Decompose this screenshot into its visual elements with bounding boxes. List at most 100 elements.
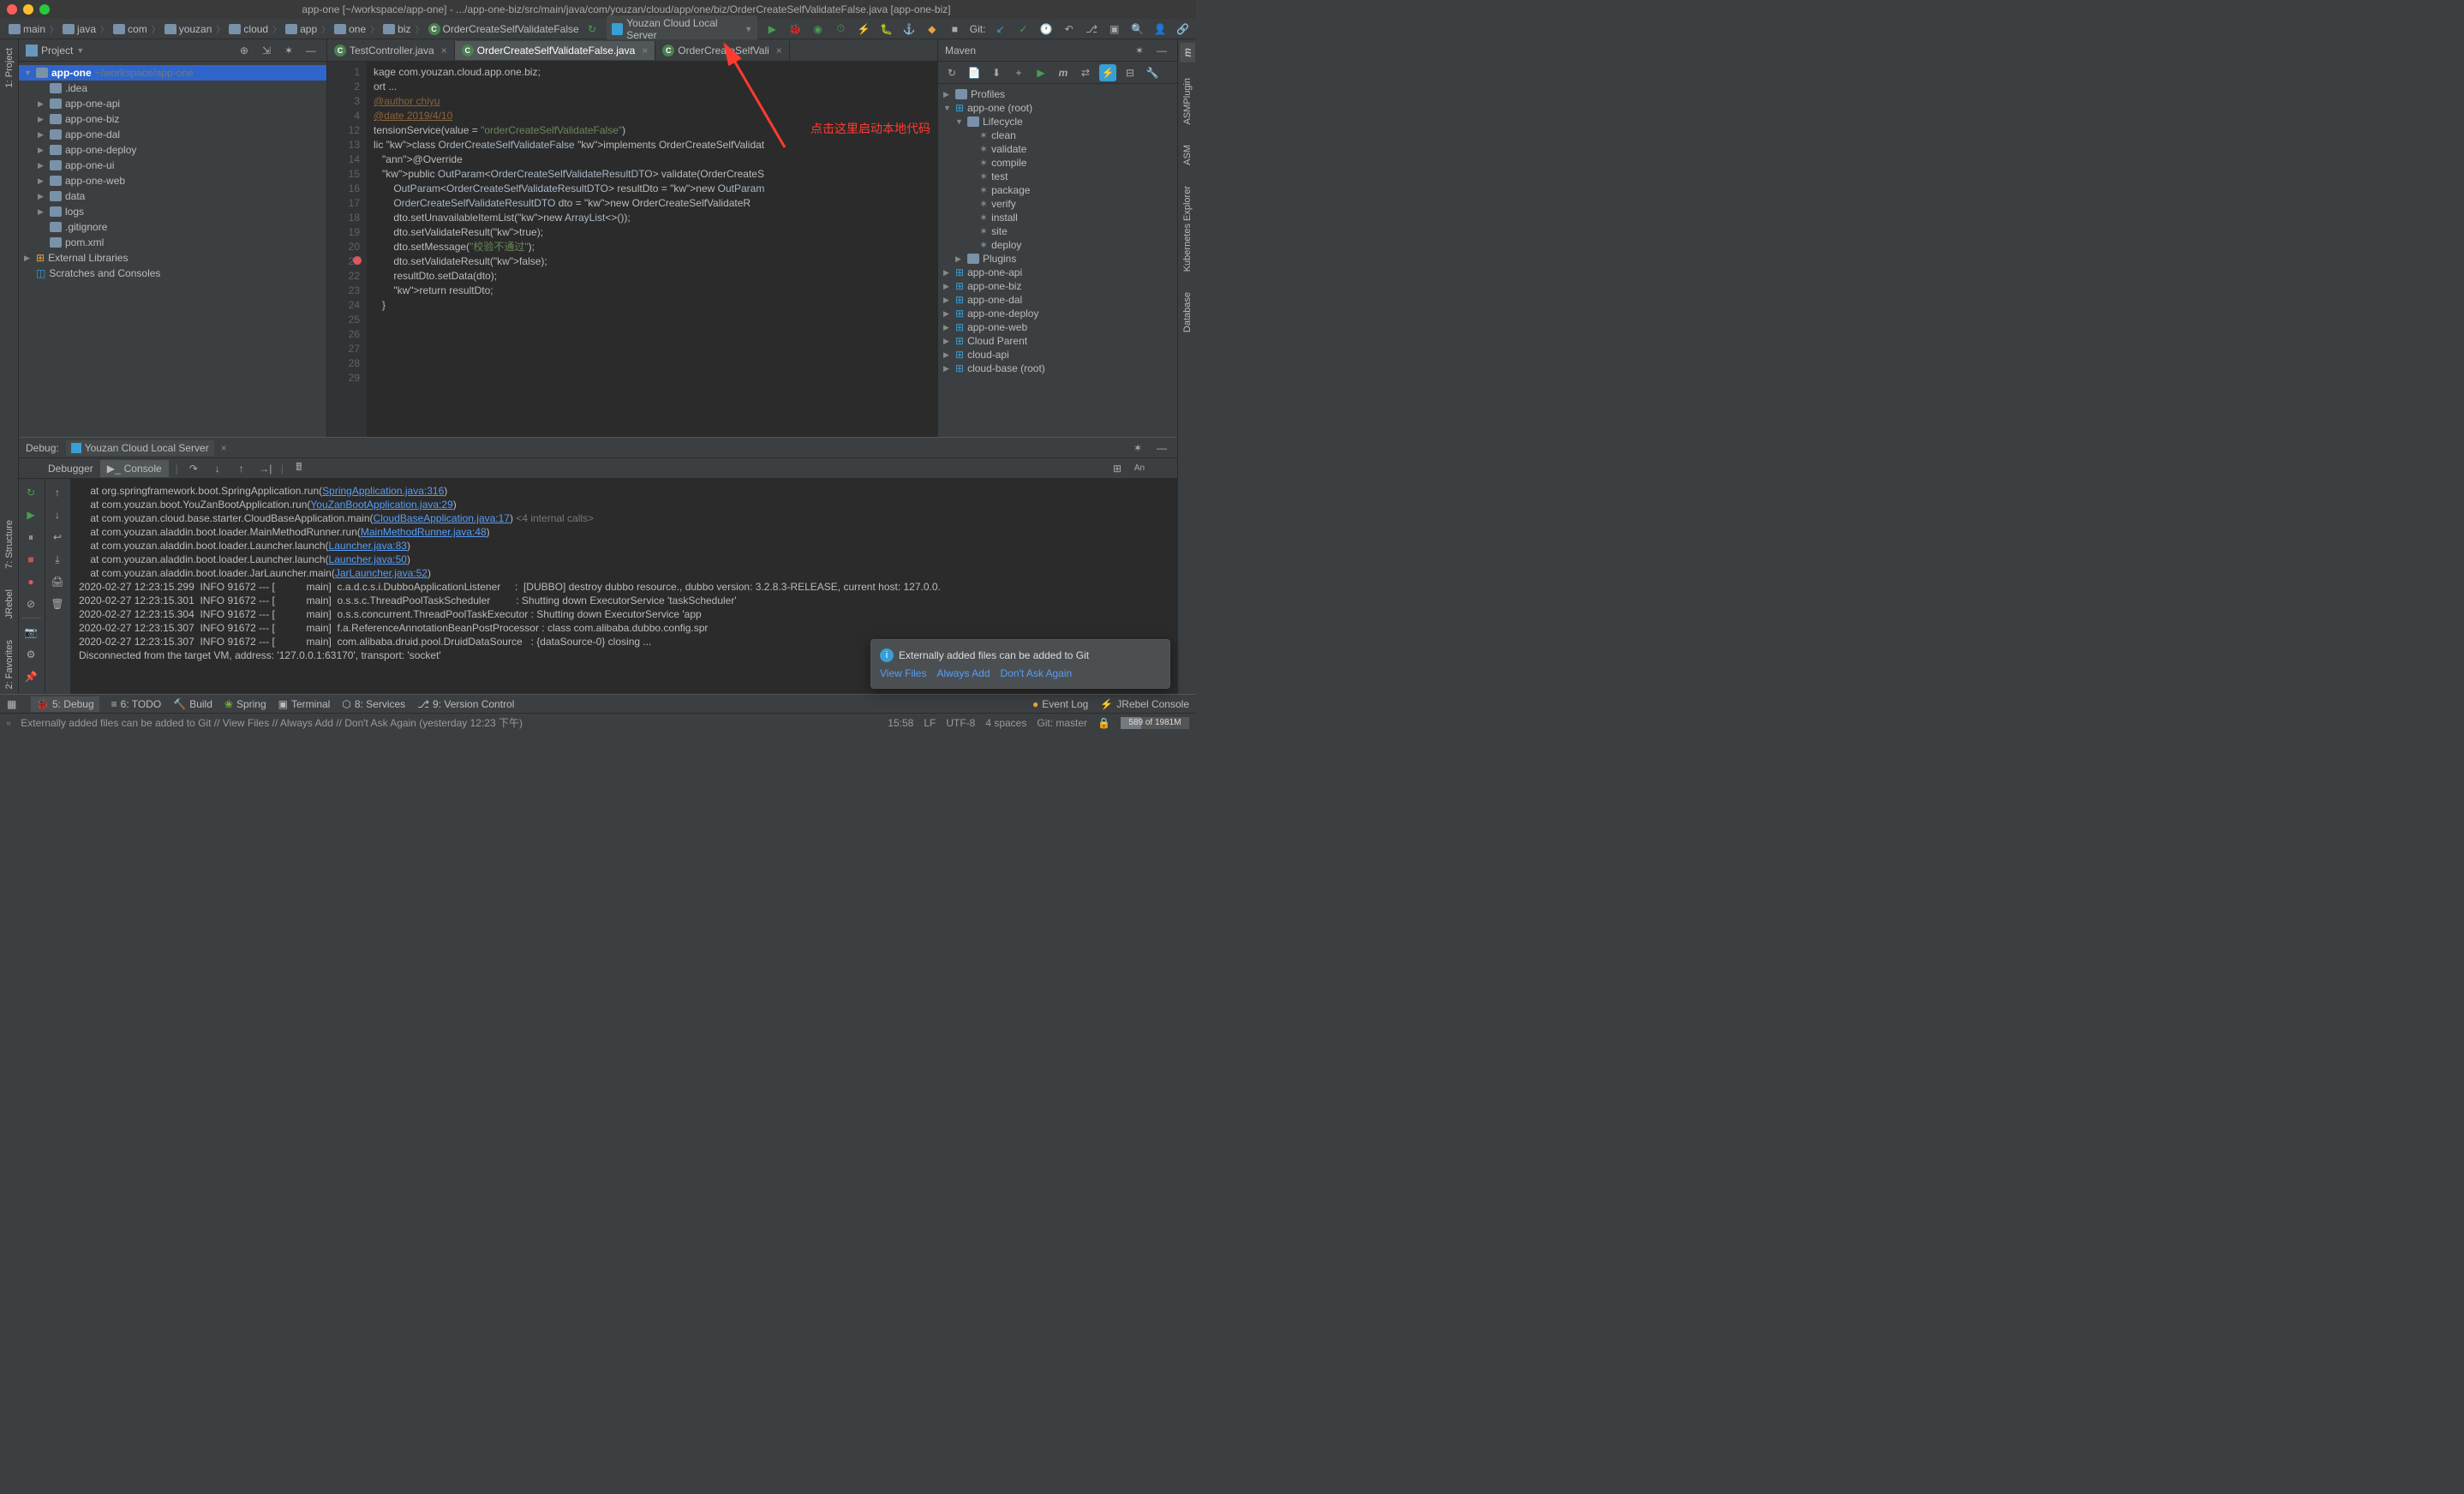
maven-item[interactable]: ✶validate <box>938 142 1177 156</box>
tree-item[interactable]: ▶app-one-biz <box>19 111 326 127</box>
step-over-icon[interactable]: ↷ <box>185 460 202 477</box>
git-revert-icon[interactable]: ↶ <box>1061 21 1077 38</box>
cursor-position[interactable]: 15:58 <box>888 717 913 729</box>
step-into-icon[interactable]: ↓ <box>209 460 226 477</box>
database-tool-tab[interactable]: Database <box>1181 287 1194 338</box>
tree-item[interactable]: ▶app-one-deploy <box>19 142 326 158</box>
git-branch-icon[interactable]: ⎇ <box>1084 21 1100 38</box>
breadcrumb-one[interactable]: one <box>331 21 369 37</box>
asmplugin-tool-tab[interactable]: ASMPlugin <box>1181 73 1194 129</box>
encoding[interactable]: UTF-8 <box>946 717 975 729</box>
maven-item[interactable]: ▶Plugins <box>938 252 1177 266</box>
build-tool-button[interactable]: 🔨Build <box>173 698 212 710</box>
memory-indicator[interactable]: 589 of 1981M <box>1121 717 1189 729</box>
editor-tab[interactable]: COrderCreateSelfVali× <box>655 41 790 60</box>
console-tab[interactable]: ▶_ Console <box>100 460 169 477</box>
git-branch[interactable]: Git: master <box>1037 717 1087 729</box>
maven-item[interactable]: ✶test <box>938 170 1177 183</box>
maven-item[interactable]: ✶install <box>938 211 1177 224</box>
breadcrumb-biz[interactable]: biz <box>380 21 414 37</box>
tree-item[interactable]: ◫Scratches and Consoles <box>19 266 326 281</box>
editor-tab[interactable]: COrderCreateSelfValidateFalse.java× <box>455 41 656 60</box>
maven-tool-tab[interactable]: m <box>1180 43 1195 63</box>
maven-item[interactable]: ▶⊞cloud-base (root) <box>938 362 1177 375</box>
stop-button[interactable]: ■ <box>947 21 963 38</box>
offline-icon[interactable]: ⚡ <box>1099 64 1116 81</box>
compile-icon[interactable]: ↻ <box>584 21 601 38</box>
indent[interactable]: 4 spaces <box>985 717 1026 729</box>
pause-icon[interactable]: ⏸ <box>22 529 39 546</box>
tree-item[interactable]: ▶data <box>19 188 326 204</box>
rerun-icon[interactable]: ↻ <box>22 484 39 501</box>
ide-layout-icon[interactable]: ▣ <box>1107 21 1123 38</box>
terminal-tool-button[interactable]: ▣Terminal <box>278 698 331 710</box>
always-add-link[interactable]: Always Add <box>936 667 990 679</box>
maven-item[interactable]: ✶verify <box>938 197 1177 211</box>
mute-icon[interactable]: ⊘ <box>22 595 39 613</box>
layout-icon[interactable]: ⊞ <box>1109 460 1126 477</box>
expand-icon[interactable]: ⇲ <box>258 42 275 59</box>
status-message[interactable]: Externally added files can be added to G… <box>21 715 523 730</box>
maven-item[interactable]: ▼⊞app-one (root) <box>938 101 1177 115</box>
maven-item[interactable]: ✶compile <box>938 156 1177 170</box>
step-out-icon[interactable]: ↑ <box>233 460 250 477</box>
resume-icon[interactable]: ▶ <box>22 506 39 523</box>
reload-icon[interactable]: ↻ <box>943 64 960 81</box>
event-log-button[interactable]: ●Event Log <box>1032 698 1088 710</box>
maven-item[interactable]: ▶⊞cloud-api <box>938 348 1177 362</box>
jrebel-console-button[interactable]: ⚡JRebel Console <box>1100 698 1189 710</box>
maven-item[interactable]: ▶⊞Cloud Parent <box>938 334 1177 348</box>
wrench-icon[interactable]: 🔧 <box>1144 64 1161 81</box>
maven-item[interactable]: ▶⊞app-one-api <box>938 266 1177 279</box>
avatar-icon[interactable]: 👤 <box>1152 21 1169 38</box>
git-commit-icon[interactable]: ✓ <box>1015 21 1032 38</box>
maven-item[interactable]: ▶⊞app-one-dal <box>938 293 1177 307</box>
collapse-icon[interactable]: ⊟ <box>1121 64 1139 81</box>
add-icon[interactable]: + <box>1010 64 1027 81</box>
breadcrumb-youzan[interactable]: youzan <box>161 21 216 37</box>
maximize-window-icon[interactable] <box>39 4 50 15</box>
tree-item[interactable]: ▶⊞External Libraries <box>19 250 326 266</box>
favorites-tool-tab[interactable]: 2: Favorites <box>3 635 16 694</box>
asm-tool-tab[interactable]: ASM <box>1181 140 1194 170</box>
maven-item[interactable]: ✶clean <box>938 128 1177 142</box>
debugger-tab[interactable]: Debugger <box>48 463 93 475</box>
git-history-icon[interactable]: 🕐 <box>1038 21 1055 38</box>
attach-icon[interactable]: ⚓ <box>901 21 918 38</box>
breadcrumb-java[interactable]: java <box>59 21 99 37</box>
view-files-link[interactable]: View Files <box>880 667 926 679</box>
evaluate-icon[interactable]: 🖩 <box>290 460 308 477</box>
settings-icon[interactable]: ✶ <box>1129 439 1146 457</box>
line-ending[interactable]: LF <box>924 717 936 729</box>
breadcrumb-main[interactable]: main <box>5 21 49 37</box>
status-icon[interactable]: ▫ <box>7 717 10 729</box>
breakpoints-icon[interactable]: ● <box>22 573 39 590</box>
breadcrumb-OrderCreateSelfValidateFalse[interactable]: COrderCreateSelfValidateFalse <box>425 21 583 37</box>
link-icon[interactable]: 🔗 <box>1175 21 1191 38</box>
generate-icon[interactable]: 📄 <box>966 64 983 81</box>
close-tab-icon[interactable]: × <box>642 45 648 57</box>
run-maven-icon[interactable]: ▶ <box>1032 64 1050 81</box>
jrebel-run-icon[interactable]: ⚡ <box>856 21 872 38</box>
wrap-icon[interactable]: ↩ <box>49 529 66 546</box>
profile-button[interactable]: ⏱ <box>833 21 849 38</box>
up-icon[interactable]: ↑ <box>49 484 66 501</box>
m-icon[interactable]: m <box>1055 64 1072 81</box>
tree-item[interactable]: ▶app-one-dal <box>19 127 326 142</box>
maven-item[interactable]: ✶deploy <box>938 238 1177 252</box>
services-tool-button[interactable]: ⬡8: Services <box>342 698 405 710</box>
dont-ask-link[interactable]: Don't Ask Again <box>1001 667 1073 679</box>
jrebel-tool-tab[interactable]: JRebel <box>3 584 16 624</box>
tree-item[interactable]: ▶app-one-api <box>19 96 326 111</box>
pin-icon[interactable]: 📌 <box>22 668 39 685</box>
maven-item[interactable]: ▶⊞app-one-deploy <box>938 307 1177 320</box>
editor-tab[interactable]: CTestController.java× <box>327 41 455 60</box>
dump-icon[interactable]: 📷 <box>22 624 39 641</box>
print-icon[interactable]: 🖨 <box>49 573 66 590</box>
hide-icon[interactable]: — <box>1153 439 1170 457</box>
tree-item[interactable]: pom.xml <box>19 235 326 250</box>
settings-icon[interactable]: ⚙ <box>22 646 39 663</box>
run-button[interactable]: ▶ <box>764 21 780 38</box>
git-update-icon[interactable]: ↙ <box>992 21 1008 38</box>
maven-item[interactable]: ▶⊞app-one-biz <box>938 279 1177 293</box>
